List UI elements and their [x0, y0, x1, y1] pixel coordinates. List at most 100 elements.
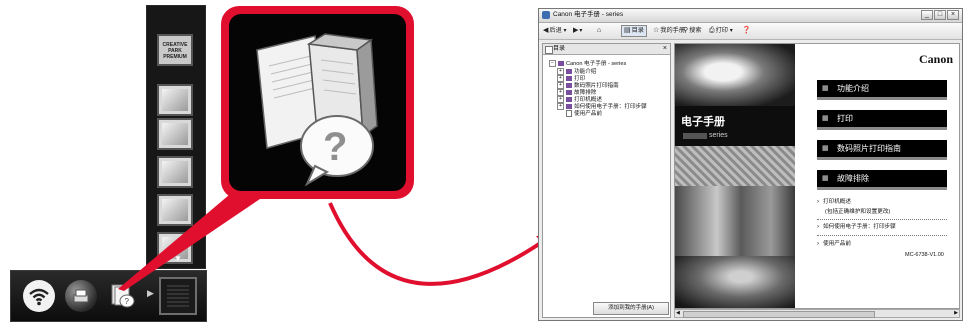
toc-close-button[interactable]: × [663, 44, 667, 54]
chevron-right-icon: › [817, 224, 819, 230]
printer-icon: ⎙ [709, 27, 715, 34]
link-before-use[interactable]: › 使用产品前 [817, 241, 851, 248]
app-icon [542, 11, 550, 19]
my-manual-button[interactable]: ☆我的手册 [653, 25, 685, 37]
version-label: MC-6738-V1.00 [905, 252, 944, 258]
grid-icon: ▦ [822, 175, 829, 182]
toc-header-icon [545, 46, 553, 54]
search-label: 搜索 [689, 27, 702, 34]
building-photo [675, 186, 795, 256]
home-icon: ⌂ [597, 27, 602, 34]
menu-button-print[interactable]: ▦ 打印 [817, 110, 947, 130]
book-icon [566, 69, 572, 74]
back-arrow-icon: ◀ [543, 27, 549, 34]
teacup-photo [675, 44, 795, 106]
help-icon: ❓ [742, 27, 751, 34]
horizontal-scrollbar[interactable]: ◀ ▶ [674, 309, 960, 318]
home-button[interactable]: ⌂ [597, 25, 602, 37]
toc-icon: ▤ [624, 27, 631, 34]
toc-button[interactable]: ▤目录 [621, 25, 647, 37]
scan-app-tile[interactable] [157, 118, 193, 150]
scroll-right-icon[interactable]: ▶ [954, 310, 958, 317]
e-manual-window: Canon 电子手册 - series _ □ × ◀后退 ▾ ▶▾ ⌂ ▤目录… [538, 8, 963, 321]
web-print-icon[interactable] [65, 280, 97, 312]
e-manual-book-question-icon: ? [229, 14, 406, 191]
fabric-photo [675, 146, 795, 186]
book-icon [566, 97, 572, 102]
scroll-right-icon[interactable]: ▶ [147, 288, 154, 299]
menu-button-troubleshooting[interactable]: ▦ 故障排除 [817, 170, 947, 190]
divider [817, 219, 947, 220]
creative-park-premium-tile[interactable]: CREATIVE PARK PREMIUM [157, 34, 193, 66]
page-icon [566, 110, 572, 117]
creative-park-premium-label: CREATIVE PARK PREMIUM [162, 42, 188, 60]
layout-app-tile[interactable] [157, 156, 193, 188]
book-icon [566, 76, 572, 81]
menu-button-features[interactable]: ▦ 功能介绍 [817, 80, 947, 100]
svg-text:?: ? [125, 297, 130, 306]
star-icon: ☆ [653, 27, 660, 34]
forward-button[interactable]: ▶▾ [573, 25, 583, 37]
book-icon [558, 61, 564, 66]
solution-menu-vertical-dock: CREATIVE PARK PREMIUM ▼ [146, 5, 206, 269]
toc-item-label: 使用产品前 [574, 110, 602, 117]
toc-root-label: Canon 电子手册 - series [566, 60, 627, 67]
grid-icon: ▦ [822, 85, 829, 92]
selected-app-tile[interactable] [159, 277, 197, 315]
manual-icon[interactable]: ? [109, 282, 137, 310]
menu-button-label: 功能介绍 [837, 84, 869, 93]
leaf-photo [675, 256, 795, 308]
toolbar: ◀后退 ▾ ▶▾ ⌂ ▤目录 ☆我的手册 ⚲搜索 ⎙打印 ▾ ❓ [539, 23, 962, 40]
toc-header-label: 目录 [553, 46, 566, 52]
scroll-left-icon[interactable]: ◀ [676, 310, 680, 317]
link-printer-overview-note: (包括正确维护和设置更改) [825, 209, 891, 215]
canon-logo: Canon [918, 52, 953, 66]
svg-text:?: ? [323, 125, 347, 169]
print-label: 打印 [715, 27, 728, 34]
manual-title: 电子手册 [681, 116, 725, 128]
toc-header: 目录 × [543, 44, 670, 55]
menu-button-label: 故障排除 [837, 174, 869, 183]
link-label: 使用产品前 [823, 241, 851, 247]
grid-icon: ▦ [822, 145, 829, 152]
add-to-my-manual-button[interactable]: 添加到我的手册(A) [593, 302, 669, 315]
title-bar[interactable]: Canon 电子手册 - series _ □ × [539, 9, 962, 23]
book-icon [566, 90, 572, 95]
search-button[interactable]: ⚲搜索 [683, 25, 702, 37]
manual-title-band: 电子手册 series [675, 106, 795, 146]
photo-print-tile[interactable] [157, 84, 193, 116]
solution-menu-bar: ? ▶ [10, 270, 207, 322]
divider [817, 235, 947, 236]
minimize-button[interactable]: _ [921, 10, 933, 20]
link-printer-overview[interactable]: › 打印机概述 [817, 199, 851, 206]
window-title: Canon 电子手册 - series [553, 11, 624, 18]
help-button[interactable]: ❓ [742, 25, 752, 37]
print-button[interactable]: ⎙打印 ▾ [709, 25, 733, 37]
zoom-callout: ? [221, 6, 414, 199]
link-label: 打印机概述 [823, 199, 851, 205]
scroll-down-icon[interactable]: ▼ [174, 254, 182, 263]
content-pane: 电子手册 series Canon ▦ 功能介绍 ▦ 打印 ▦ 数码照片打印指南 ▦ 故… [674, 43, 960, 309]
menu-button-photo-guide[interactable]: ▦ 数码照片打印指南 [817, 140, 947, 160]
back-button[interactable]: ◀后退 ▾ [543, 25, 567, 37]
grid-icon: ▦ [822, 115, 829, 122]
menu-button-label: 打印 [837, 114, 853, 123]
chevron-right-icon: › [817, 241, 819, 247]
close-button[interactable]: × [947, 10, 959, 20]
wifi-icon[interactable] [23, 280, 55, 312]
maximize-button[interactable]: □ [934, 10, 946, 20]
toc-item[interactable]: +使用产品前 [557, 110, 602, 118]
toc-root-item[interactable]: − Canon 电子手册 - series [549, 60, 626, 68]
toc-pane: 目录 × − Canon 电子手册 - series + 功能介绍 + 打印 + 数码照… [542, 43, 671, 318]
photo-app-tile[interactable] [157, 194, 193, 226]
photo-strip: 电子手册 series [675, 44, 795, 308]
toc-label: 目录 [631, 27, 644, 34]
back-label: 后退 [549, 27, 562, 34]
menu-button-label: 数码照片打印指南 [837, 144, 901, 153]
book-icon [566, 104, 572, 109]
scrollbar-thumb[interactable] [683, 311, 875, 318]
chevron-right-icon: › [817, 199, 819, 205]
manual-series: series [709, 132, 728, 139]
book-icon [566, 83, 572, 88]
link-how-to-use[interactable]: › 如何使用电子手册：打印步骤 [817, 224, 896, 231]
